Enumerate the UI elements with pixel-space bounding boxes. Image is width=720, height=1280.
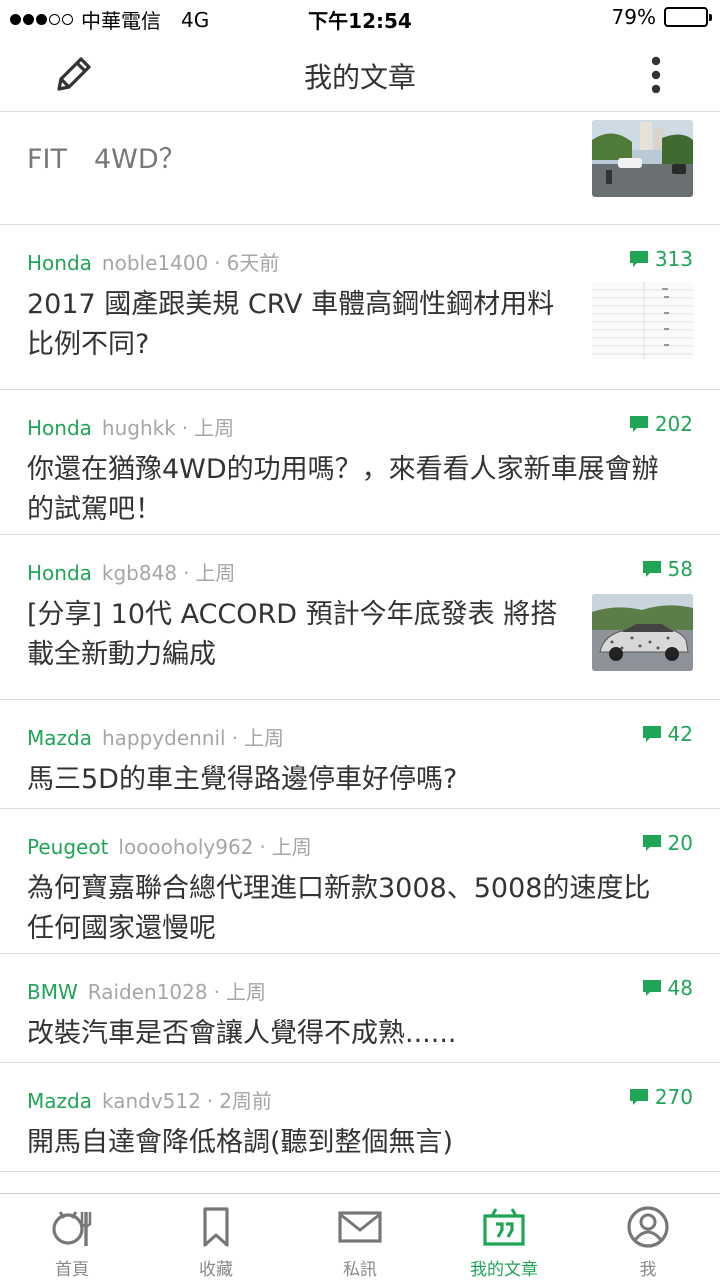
- navigation-bar: 我的文章: [0, 36, 720, 112]
- list-item[interactable]: Peugeot looooholy962 · 上周 20 為何寶嘉聯合總代理進口新款3…: [0, 809, 720, 954]
- comment-count: 42: [642, 722, 693, 746]
- article-meta: Honda hughkk · 上周: [27, 412, 234, 441]
- page-title: 我的文章: [303, 61, 416, 94]
- comment-icon: [642, 561, 661, 577]
- post-time: 上周: [225, 980, 266, 1004]
- comment-count-value: 313: [654, 247, 693, 271]
- comment-count-value: 58: [667, 557, 693, 581]
- tab-my-articles[interactable]: 我的文章: [432, 1194, 576, 1280]
- comment-icon: [629, 416, 648, 432]
- comment-count: 270: [629, 1085, 693, 1109]
- author-name[interactable]: noble1400: [102, 251, 208, 275]
- article-meta: Peugeot looooholy962 · 上周: [27, 831, 312, 860]
- author-name[interactable]: kgb848: [102, 561, 177, 585]
- article-title: FIT 4WD？: [27, 144, 186, 175]
- meta-separator: ·: [206, 1089, 214, 1113]
- article-title[interactable]: 開馬自達會降低格調(聽到整個無言): [27, 1123, 667, 1163]
- meta-separator: ·: [183, 561, 190, 585]
- tab-home[interactable]: 首頁: [0, 1194, 144, 1280]
- comment-count: 202: [629, 412, 693, 436]
- mail-icon: [338, 1211, 382, 1243]
- article-title[interactable]: 馬三5D的車主覺得路邊停車好停嗎?: [27, 760, 667, 800]
- battery-info: 79%: [611, 5, 712, 29]
- article-thumbnail: [592, 594, 693, 671]
- brand-tag[interactable]: Honda: [27, 416, 92, 440]
- user-icon: [627, 1206, 669, 1248]
- tab-label: 我: [639, 1260, 657, 1280]
- comment-icon: [642, 726, 661, 742]
- list-item[interactable]: Honda kgb848 · 上周 58 [分享] 10代 ACCORD 預計今年底發…: [0, 535, 720, 700]
- comment-icon: [629, 1089, 648, 1105]
- tab-profile[interactable]: 我: [576, 1194, 720, 1280]
- brand-tag[interactable]: Mazda: [27, 726, 92, 750]
- more-vertical-icon[interactable]: [648, 56, 664, 96]
- post-time: 上周: [243, 726, 284, 750]
- post-time: 上周: [271, 835, 312, 859]
- comment-icon: [642, 835, 661, 851]
- comment-count-value: 270: [654, 1085, 693, 1109]
- comment-icon: [642, 980, 661, 996]
- meta-separator: ·: [213, 980, 220, 1004]
- post-time: 6天前: [226, 251, 280, 275]
- comment-count: 20: [642, 831, 693, 855]
- article-title[interactable]: 2017 國產跟美規 CRV 車體高鋼性鋼材用料比例不同?: [27, 285, 577, 365]
- comment-count-value: 202: [654, 412, 693, 436]
- article-title[interactable]: 你還在猶豫4WD的功用嗎？，來看看人家新車展會辦的試駕吧！: [27, 450, 667, 530]
- tab-label: 收藏: [199, 1260, 233, 1280]
- battery-percent: 79%: [611, 5, 656, 29]
- meta-separator: ·: [181, 416, 189, 440]
- article-item-partial[interactable]: FIT 4WD？: [0, 113, 720, 225]
- list-item[interactable]: Mazda happydennil · 上周 42 馬三5D的車主覺得路邊停車好停嗎?: [0, 700, 720, 809]
- meta-separator: ·: [214, 251, 221, 275]
- post-time: 2周前: [219, 1089, 272, 1113]
- tab-label: 首頁: [55, 1260, 89, 1280]
- article-title[interactable]: [分享] 10代 ACCORD 預計今年底發表 將搭載全新動力編成: [27, 595, 577, 675]
- comment-count: 313: [629, 247, 693, 271]
- article-thumbnail: [592, 282, 693, 359]
- comment-count-value: 48: [667, 976, 693, 1000]
- brand-tag[interactable]: Honda: [27, 251, 92, 275]
- comment-count-value: 20: [667, 831, 693, 855]
- author-name[interactable]: hughkk: [102, 416, 176, 440]
- article-thumbnail: [592, 120, 693, 197]
- meta-separator: ·: [231, 726, 238, 750]
- tab-bar: 首頁 收藏 私訊 我的文章 我: [0, 1193, 720, 1280]
- tab-messages[interactable]: 私訊: [288, 1194, 432, 1280]
- battery-icon: [664, 7, 712, 27]
- list-item[interactable]: BMW Raiden1028 · 上周 48 改裝汽車是否會讓人覺得不成熟......: [0, 954, 720, 1063]
- tab-label: 我的文章: [470, 1260, 538, 1280]
- article-title[interactable]: 改裝汽車是否會讓人覺得不成熟......: [27, 1014, 667, 1054]
- comment-count: 48: [642, 976, 693, 1000]
- comment-count-value: 42: [667, 722, 693, 746]
- article-meta: Honda kgb848 · 上周: [27, 557, 235, 586]
- article-meta: Honda noble1400 · 6天前: [27, 247, 279, 276]
- article-meta: Mazda kandv512 · 2周前: [27, 1085, 272, 1114]
- post-time: 上周: [195, 561, 236, 585]
- brand-tag[interactable]: Honda: [27, 561, 92, 585]
- brand-tag[interactable]: BMW: [27, 980, 78, 1004]
- author-name[interactable]: Raiden1028: [88, 980, 208, 1004]
- list-item[interactable]: Mazda kandv512 · 2周前 270 開馬自達會降低格調(聽到整個無言): [0, 1063, 720, 1172]
- post-time: 上周: [194, 416, 235, 440]
- list-item[interactable]: Honda noble1400 · 6天前 313 2017 國產跟美規 CRV 車體…: [0, 225, 720, 390]
- author-name[interactable]: kandv512: [102, 1089, 201, 1113]
- status-bar: 中華電信 4G 下午12:54 79%: [0, 0, 720, 36]
- meta-separator: ·: [259, 835, 266, 859]
- article-meta: Mazda happydennil · 上周: [27, 722, 284, 751]
- article-meta: BMW Raiden1028 · 上周: [27, 976, 266, 1005]
- author-name[interactable]: looooholy962: [118, 835, 253, 859]
- tab-bookmarks[interactable]: 收藏: [144, 1194, 288, 1280]
- my-articles-icon: [483, 1208, 525, 1246]
- list-item[interactable]: Honda hughkk · 上周 202 你還在猶豫4WD的功用嗎？，來看看人家新車…: [0, 390, 720, 535]
- home-dining-icon: [52, 1211, 92, 1246]
- tab-label: 私訊: [343, 1260, 377, 1280]
- comment-icon: [629, 251, 648, 267]
- article-feed[interactable]: FIT 4WD？ Honda noble1400 · 6天前 313 2017 …: [0, 113, 720, 1193]
- brand-tag[interactable]: Mazda: [27, 1089, 92, 1113]
- brand-tag[interactable]: Peugeot: [27, 835, 108, 859]
- author-name[interactable]: happydennil: [102, 726, 226, 750]
- bookmark-icon: [203, 1207, 229, 1247]
- comment-count: 58: [642, 557, 693, 581]
- article-title[interactable]: 為何寶嘉聯合總代理進口新款3008、5008的速度比任何國家還慢呢: [27, 869, 667, 949]
